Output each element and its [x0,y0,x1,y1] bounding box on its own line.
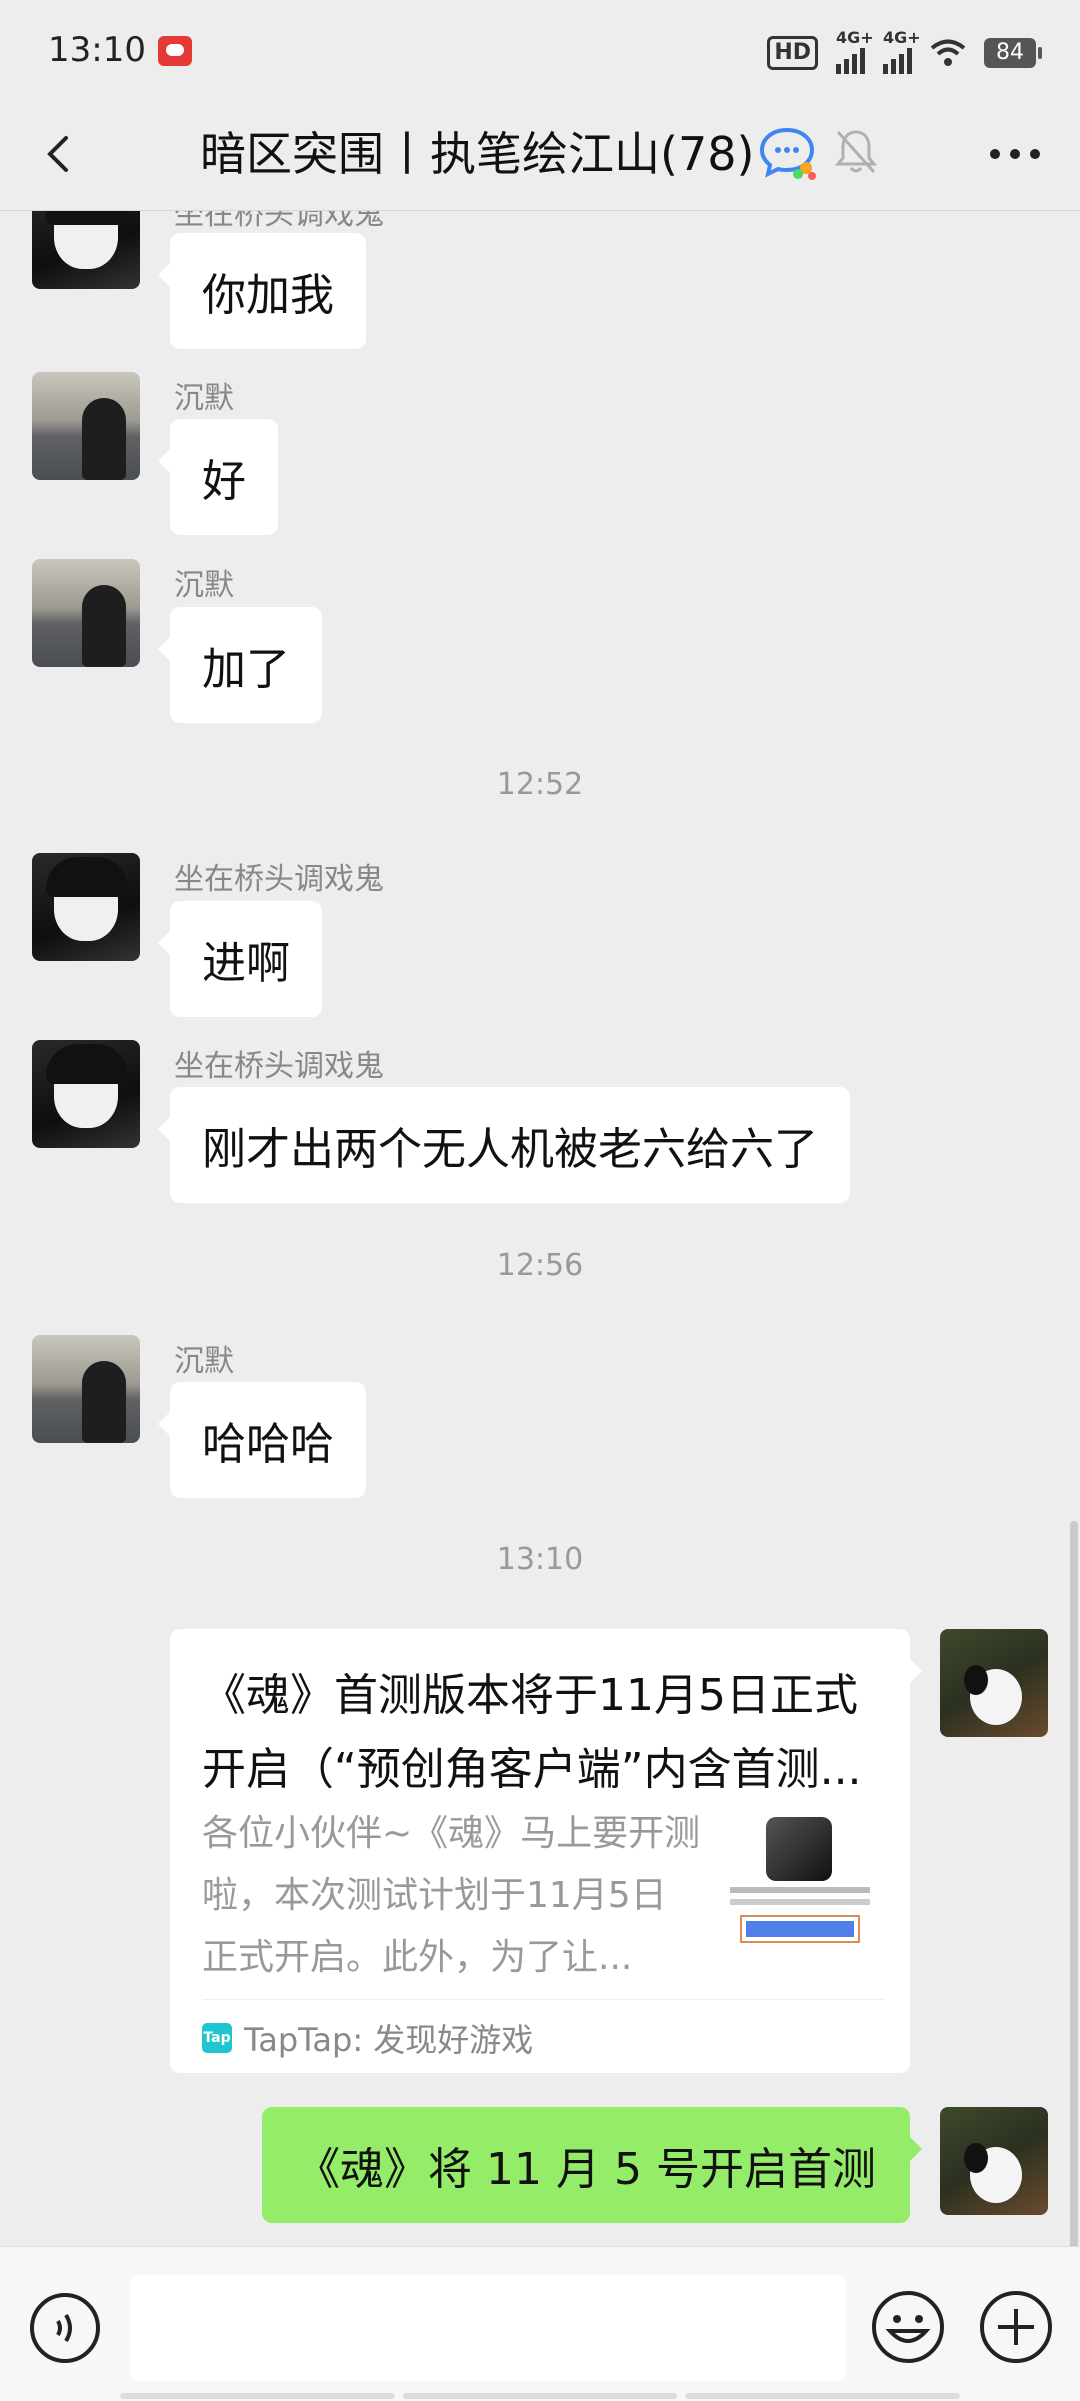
message-bubble[interactable]: 进啊 [158,901,322,1017]
scrollbar[interactable] [1070,1521,1078,2246]
link-card-source: Tap TapTap: 发现好游戏 [202,2015,533,2061]
gesture-bar [120,2393,961,2399]
message-input[interactable] [130,2275,846,2381]
status-indicators: HD 4G+ 4G+ 84 [767,28,1042,74]
more-functions-plus-icon[interactable] [978,2289,1054,2365]
message-bubble[interactable]: 好 [158,419,278,535]
message-bubble[interactable]: 哈哈哈 [158,1382,366,1498]
link-card-thumbnail [730,1817,870,1953]
game-logo-icon [766,1817,832,1881]
avatar[interactable] [32,853,140,961]
voice-input-icon[interactable] [28,2291,102,2365]
avatar[interactable] [32,1335,140,1443]
notification-app-icon [158,36,192,66]
message-bubble[interactable]: 你加我 [158,233,366,349]
group-chat-bubble-icon[interactable] [758,124,816,180]
wifi-icon [930,39,966,66]
sender-name: 沉默 [174,1344,234,1379]
message-list[interactable]: 坐在桥头调戏鬼 你加我 沉默 好 沉默 加了 12:52 坐在桥头调戏鬼 进啊 … [0,211,1080,2246]
chat-title: 暗区突围丨执笔绘江山(78) [200,118,754,184]
avatar[interactable] [32,372,140,480]
timestamp: 13:10 [496,1542,584,1577]
more-options-icon[interactable] [980,124,1050,184]
mute-bell-icon [834,130,878,174]
battery-icon: 84 [984,38,1042,68]
chat-header: 暗区突围丨执笔绘江山(78) [0,100,1080,211]
avatar[interactable] [32,559,140,667]
sender-name: 沉默 [174,381,234,416]
timestamp: 12:56 [496,1248,584,1283]
hd-icon: HD [767,36,818,70]
sender-name: 坐在桥头调戏鬼 [174,1049,384,1084]
link-card-description: 各位小伙伴~《魂》马上要开测啦，本次测试计划于11月5日正式开启。此外，为了让.… [202,1813,701,1978]
link-card-divider [202,1999,884,2000]
sender-name: 坐在桥头调戏鬼 [174,862,384,897]
my-avatar[interactable] [940,2107,1048,2215]
link-card-source-label: TapTap: 发现好游戏 [244,2021,534,2059]
my-avatar[interactable] [940,1629,1048,1737]
avatar[interactable] [32,1040,140,1148]
sender-name: 沉默 [174,568,234,603]
member-count: (78) [660,127,755,181]
sender-name: 坐在桥头调戏鬼 [174,211,384,232]
taptap-icon: Tap [202,2023,232,2053]
avatar[interactable] [32,211,140,289]
link-card-title: 《魂》首测版本将于11月5日正式开启（“预创角客户端”内含首测... [202,1670,862,1795]
message-bubble[interactable]: 加了 [158,607,322,723]
signal-icon-1: 4G+ [836,28,874,74]
shared-link-card[interactable]: 《魂》首测版本将于11月5日正式开启（“预创角客户端”内含首测... 各位小伙伴… [170,1629,922,2073]
message-bubble[interactable]: 刚才出两个无人机被老六给六了 [158,1087,850,1203]
timestamp: 12:52 [496,767,584,802]
signal-icon-2: 4G+ [883,28,921,74]
emoji-icon[interactable] [870,2289,946,2365]
status-time: 13:10 [48,30,146,70]
chat-title-text: 暗区突围丨执笔绘江山 [200,127,660,181]
my-message-bubble[interactable]: 《魂》将 11 月 5 号开启首测 [262,2107,922,2223]
status-bar: 13:10 HD 4G+ 4G+ 84 [0,0,1080,100]
back-arrow-icon[interactable] [30,124,90,184]
input-bar [0,2246,1080,2401]
